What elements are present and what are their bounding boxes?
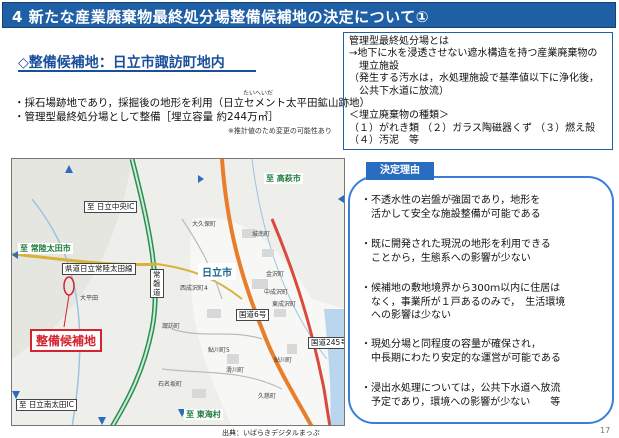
map-label-route6: 国道6号	[236, 309, 270, 321]
reason-line: なく，事業所が１戸あるのみで， 生活環境	[361, 296, 566, 308]
map-label-joban: 常磐道	[150, 269, 164, 298]
map-label-nakanarusawa: 中成沢町	[264, 289, 289, 296]
reason-item-2: ・既に開発された現況の地形を利用できる ことから，生態系への影響が少ない	[361, 238, 551, 265]
reason-line: ・不透水性の岩盤が強固であり，地形を	[361, 195, 541, 206]
map-label-route245: 国道245号	[308, 337, 344, 349]
map-label-kujicho: 久慈町	[258, 393, 277, 400]
map-label-to-hitachiota: 至 常陸太田市	[18, 243, 73, 254]
site-bullet-2: ・管理型最終処分場として整備［埋立容量 約244万㎥］	[14, 111, 279, 123]
reason-line: 活かして安全な施設整備が可能である	[361, 208, 541, 220]
map-label-to-hitachi-minami-ic: 至 日立南太田IC	[16, 399, 77, 411]
site-bullets: ・採石場跡地であり，採掘後の地形を利用（日立セメント太平田鉱山跡地） ・管理型最…	[14, 96, 370, 124]
definition-line: （発生する汚水は，水処理施設で基準値以下に浄化後，	[349, 73, 599, 85]
map-label-to-hitachi-chuo-ic: 至 日立中央IC	[84, 201, 138, 213]
definition-line	[349, 98, 607, 110]
reasons-heading: 決定理由	[366, 162, 434, 180]
map-label-higashinaka: 東成沢町	[272, 301, 297, 308]
map-label-komyojicho: 鮎川町5	[208, 347, 230, 354]
map-label-ishinazaka: 石名坂町	[158, 381, 183, 388]
reason-line: 中長期にわたり安定的な運営が可能である	[361, 352, 561, 364]
estimate-note: ※推計値のため変更の可能性あり	[228, 127, 332, 135]
map-label-kanezawa: 金沢町	[266, 271, 285, 278]
reason-line: ことから，生態系への影響が少ない	[361, 252, 531, 264]
map-label-to-tokai: 至 東海村	[184, 409, 223, 420]
map-label-taiheida: 大平田	[80, 295, 99, 302]
definition-line: →地下に水を浸透させない遮水構造を持つ産業廃棄物の	[349, 48, 598, 60]
site-bullet-1: ・採石場跡地であり，採掘後の地形を利用（日立セメント太平田鉱山跡地）	[14, 97, 370, 109]
reason-line: ・現処分場と同程度の容量が確保され，	[361, 339, 541, 350]
page-number: 17	[600, 426, 611, 435]
map-label-osawa: 西成沢町4	[180, 285, 208, 292]
slide-title: 4 新たな産業廃棄物最終処分場整備候補地の決定について①	[12, 8, 429, 26]
reason-line: ・候補地の敷地境界から300ｍ以内に住居は	[361, 283, 561, 294]
definition-line: 管理型最終処分場とは	[349, 36, 449, 47]
reason-item-3: ・候補地の敷地境界から300ｍ以内に住居は なく，事業所が１戸あるのみで， 生活…	[361, 282, 565, 323]
definition-box: 管理型最終処分場とは →地下に水を浸透させない遮水構造を持つ産業廃棄物の 埋立施…	[343, 32, 613, 150]
definition-line: 埋立施設	[349, 60, 399, 72]
map-label-hitachi-city: 日立市	[198, 263, 236, 280]
map-label-suwa: 諏訪町	[162, 323, 181, 330]
definition-line: （１）がれき類 （２）ガラス陶磁器くず （３）燃え殻	[349, 122, 596, 134]
map-label-ken-road: 県道日立常陸太田線	[62, 263, 136, 275]
reason-line: ・浸出水処理については，公共下水道へ放流	[361, 383, 561, 394]
map-label-site: 整備候補地	[30, 329, 103, 352]
definition-line: ＜埋立廃棄物の種類＞	[349, 110, 449, 122]
reason-item-1: ・不透水性の岩盤が強固であり，地形を 活かして安全な施設整備が可能である	[361, 194, 541, 221]
site-title-underline	[18, 70, 256, 72]
definition-line: （４）汚泥 等	[349, 135, 419, 147]
map-label-shirogane: 城南町	[252, 231, 271, 238]
map-label-okubo: 大久保町	[192, 221, 217, 228]
location-map: 至 日立中央IC 至 高萩市 至 常陸太田市 県道日立常陸太田線 常磐道 日立市…	[11, 158, 345, 426]
reason-line: ・既に開発された現況の地形を利用できる	[361, 239, 551, 250]
map-source: 出典：いばらきデジタルまっぷ	[222, 429, 320, 437]
definition-line: 公共下水道に放流）	[349, 85, 449, 97]
reason-line: 予定であり，環境への影響が少ない 等	[361, 396, 561, 408]
title-bar: 4 新たな産業廃棄物最終処分場整備候補地の決定について①	[0, 0, 619, 30]
reason-line: への影響は少ない	[361, 310, 451, 321]
map-label-to-takahagi: 至 高萩市	[264, 173, 303, 184]
reason-item-5: ・浸出水処理については，公共下水道へ放流 予定であり，環境への影響が少ない 等	[361, 382, 561, 409]
site-title: ◇整備候補地：日立市諏訪町地内	[18, 55, 225, 71]
map-label-jonan: 滑川町	[226, 367, 245, 374]
reason-item-4: ・現処分場と同程度の容量が確保され， 中長期にわたり安定的な運営が可能である	[361, 338, 561, 365]
map-label-ayukawa: 鮎川町	[274, 357, 293, 364]
